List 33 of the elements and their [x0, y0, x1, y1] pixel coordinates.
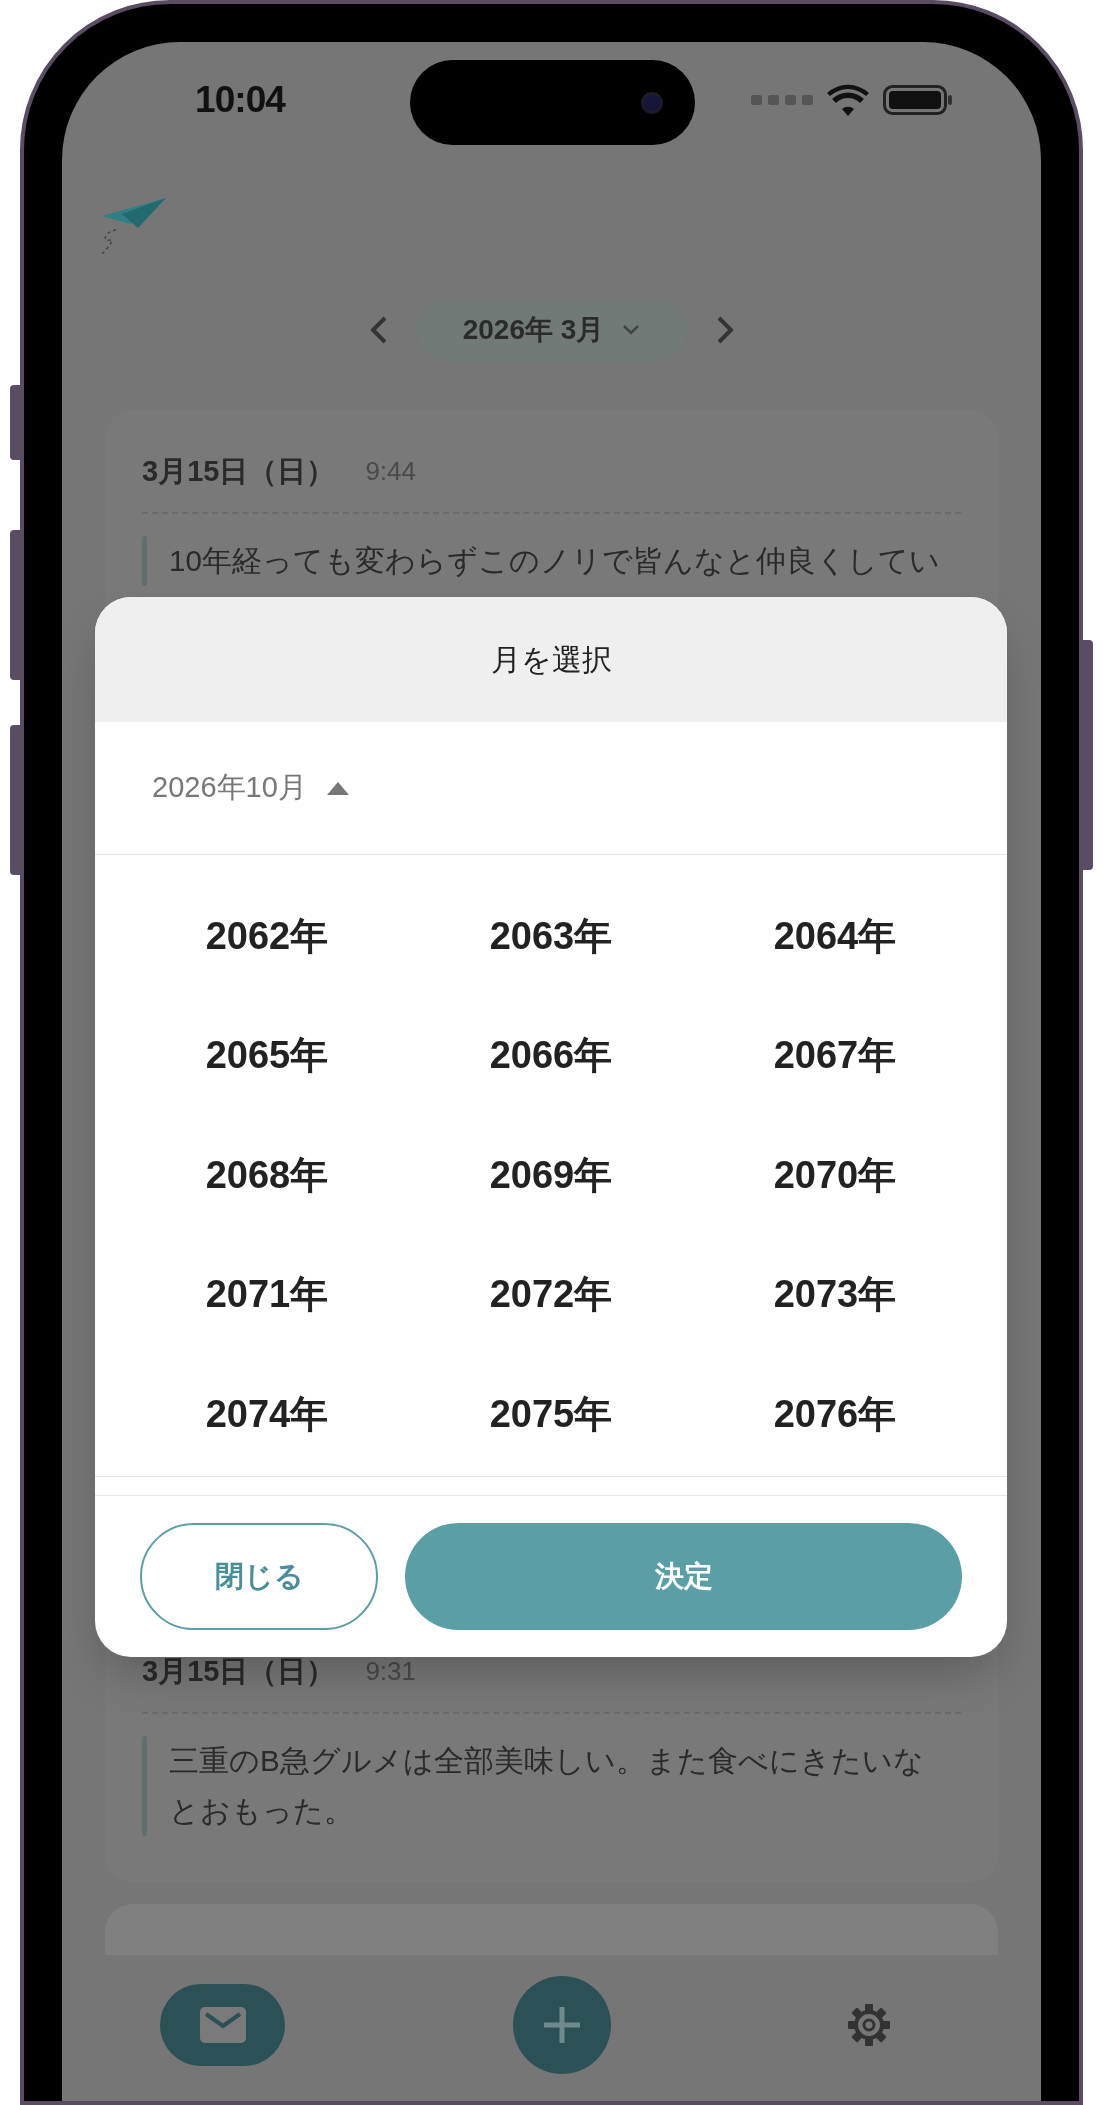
wifi-icon [827, 84, 869, 116]
entry-text: 三重のB急グルメは全部美味しい。また食べにきたいなとおもった。 [169, 1742, 925, 1829]
year-option[interactable]: 2072年 [489, 1266, 613, 1324]
quote-bar [142, 535, 147, 586]
chevron-left-icon[interactable] [368, 315, 389, 345]
year-option[interactable]: 2063年 [489, 907, 613, 965]
year-option[interactable]: 2076年 [773, 1385, 897, 1443]
close-button[interactable]: 閉じる [140, 1523, 378, 1630]
chevron-down-icon [622, 324, 641, 336]
status-time: 10:04 [195, 78, 285, 123]
year-month-toggle[interactable]: 2026年10月 [95, 722, 1007, 855]
battery-icon [883, 85, 953, 115]
signal-icon [751, 95, 813, 105]
year-option[interactable]: 2064年 [773, 907, 897, 965]
year-option[interactable]: 2067年 [773, 1027, 897, 1085]
year-option[interactable]: 2073年 [773, 1266, 897, 1324]
year-option[interactable]: 2066年 [489, 1027, 613, 1085]
year-option[interactable]: 2071年 [205, 1266, 329, 1324]
entry-date: 3月15日（日） [142, 1654, 336, 1689]
year-option[interactable]: 2068年 [205, 1146, 329, 1204]
dialog-title: 月を選択 [95, 597, 1007, 722]
mail-icon [199, 2007, 246, 2043]
plus-icon [542, 2005, 582, 2045]
entry-date: 3月15日（日） [142, 454, 336, 489]
year-option[interactable]: 2075年 [489, 1385, 613, 1443]
year-option[interactable]: 2074年 [205, 1385, 329, 1443]
year-option[interactable]: 2069年 [489, 1146, 613, 1204]
year-option[interactable]: 2062年 [205, 907, 329, 965]
year-option[interactable]: 2065年 [205, 1027, 329, 1085]
entry-text: 10年経っても変わらずこのノリで皆んなと仲良くしてい [169, 542, 940, 579]
settings-icon [846, 2002, 892, 2048]
camera-icon [641, 91, 663, 114]
year-option[interactable]: 2070年 [773, 1146, 897, 1204]
